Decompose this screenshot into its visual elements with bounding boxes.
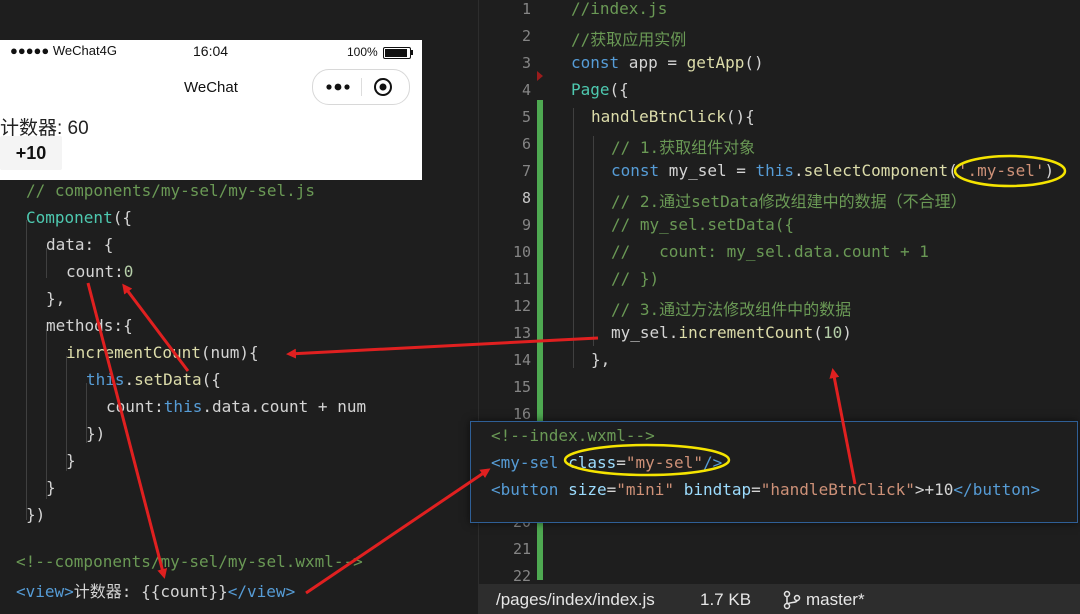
comp-line-3: data: {	[46, 235, 114, 254]
comp-line-10: })	[86, 424, 106, 443]
code-line-3: const app = getApp()	[571, 53, 764, 72]
code-line-9: // my_sel.setData({	[611, 215, 795, 234]
code-line-4: Page({	[571, 80, 629, 99]
indent-guide	[46, 329, 47, 499]
comp-line-4: count:0	[66, 262, 134, 281]
breakpoint-marker[interactable]	[537, 71, 543, 81]
component-wxml-editor[interactable]: <!--components/my-sel/my-sel.wxml--> <vi…	[0, 548, 422, 614]
phone-simulator: ●●●●● WeChat4G 16:04 100% WeChat 计数器: 60…	[0, 40, 422, 180]
indent-guide	[573, 108, 574, 368]
comp-line-8: this.setData({	[86, 370, 221, 389]
line-number: 1	[521, 0, 531, 18]
code-line-8: // 2.通过setData修改组建中的数据（不合理）	[611, 192, 967, 211]
status-bar: /pages/index/index.js 1.7 KB master*	[478, 584, 1080, 614]
line-number: 15	[512, 378, 531, 396]
more-icon[interactable]	[325, 78, 351, 101]
wxml-line-2: <view>计数器: {{count}}</view>	[16, 582, 296, 601]
code-line-14: },	[591, 350, 611, 369]
line-number: 3	[521, 54, 531, 72]
comp-line-12: }	[46, 478, 56, 497]
code-line-5: handleBtnClick(){	[591, 107, 755, 126]
line-number: 8	[521, 189, 531, 207]
nav-title: WeChat	[184, 79, 238, 96]
file-size: 1.7 KB	[700, 590, 752, 609]
line-number: 7	[521, 162, 531, 180]
indent-guide	[26, 220, 27, 520]
line-number: 9	[521, 216, 531, 234]
comp-line-7: incrementCount(num){	[66, 343, 259, 362]
component-js-editor[interactable]: // components/my-sel/my-sel.js Component…	[0, 180, 422, 530]
line-number: 22	[512, 567, 531, 585]
git-branch[interactable]: master*	[806, 590, 865, 610]
indent-guide	[593, 136, 594, 346]
comp-line-2: Component({	[26, 208, 132, 227]
line-number: 12	[512, 297, 531, 315]
code-line-1: //index.js	[571, 0, 668, 18]
file-path[interactable]: /pages/index/index.js	[496, 590, 655, 610]
close-mini-icon[interactable]	[373, 77, 393, 102]
code-line-12: // 3.通过方法修改组件中的数据	[611, 300, 852, 319]
line-number: 14	[512, 351, 531, 369]
line-number: 2	[521, 27, 531, 45]
wxml-line-1: <!--components/my-sel/my-sel.wxml-->	[16, 552, 363, 571]
comp-line-1: // components/my-sel/my-sel.js	[26, 181, 315, 200]
line-number: 6	[521, 135, 531, 153]
code-line-11: // })	[611, 269, 660, 288]
code-line-2: //获取应用实例	[571, 30, 687, 49]
carrier-label: ●●●●● WeChat4G	[10, 43, 117, 58]
battery-label: 100%	[347, 45, 378, 59]
clock: 16:04	[193, 43, 229, 59]
line-number: 13	[512, 324, 531, 342]
index-wxml-popup[interactable]: <!--index.wxml--> <my-sel class="my-sel"…	[470, 421, 1078, 523]
plus-ten-button[interactable]: +10	[0, 136, 62, 170]
line-number: 11	[512, 270, 531, 288]
code-line-13: my_sel.incrementCount(10)	[611, 323, 852, 342]
index-wxml-line-3: <button size="mini" bindtap="handleBtnCl…	[491, 480, 1041, 499]
line-number: 5	[521, 108, 531, 126]
comp-line-5: },	[46, 289, 66, 308]
capsule-menu[interactable]	[312, 69, 410, 105]
battery-icon	[383, 47, 411, 59]
comp-line-9: count:this.data.count + num	[106, 397, 367, 416]
line-number: 21	[512, 540, 531, 558]
index-wxml-line-2: <my-sel class="my-sel"/>	[491, 453, 723, 472]
comp-line-6: methods:{	[46, 316, 133, 335]
code-line-10: // count: my_sel.data.count + 1	[611, 242, 929, 261]
comp-line-11: }	[66, 451, 76, 470]
line-number: 10	[512, 243, 531, 261]
code-line-7: const my_sel = this.selectComponent('.my…	[611, 161, 1055, 180]
index-wxml-line-1: <!--index.wxml-->	[491, 426, 655, 445]
code-line-6: // 1.获取组件对象	[611, 138, 756, 157]
git-branch-icon	[782, 590, 802, 612]
comp-line-13: })	[26, 505, 46, 524]
line-number: 4	[521, 81, 531, 99]
